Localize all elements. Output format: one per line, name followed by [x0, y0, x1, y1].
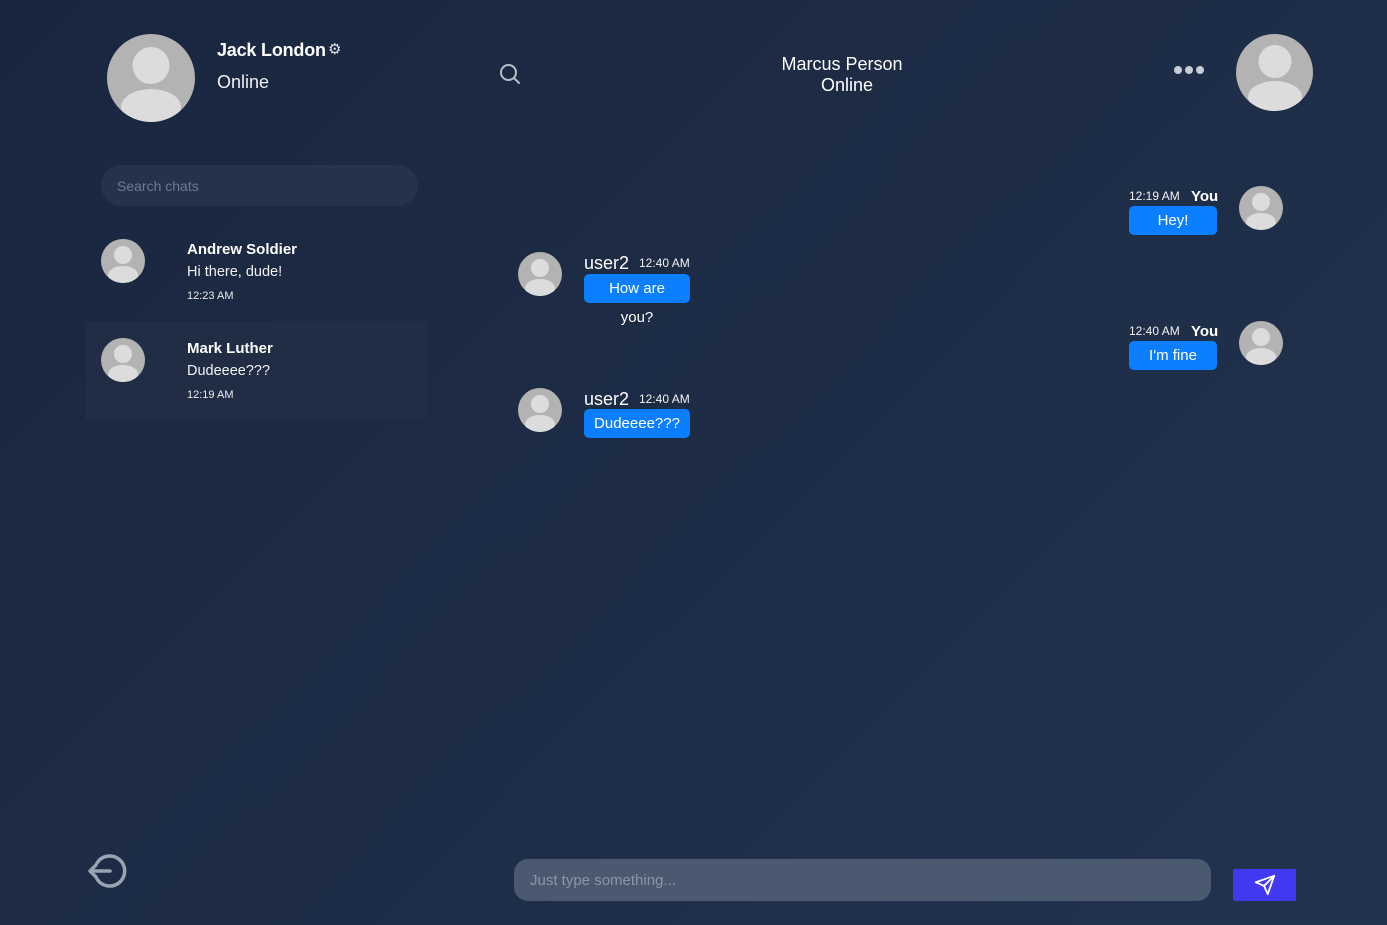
send-button[interactable]: [1233, 869, 1296, 901]
chat-preview: Dudeeee???: [187, 363, 271, 379]
avatar: [101, 338, 145, 382]
chat-list-item-mark-luther[interactable]: Mark Luther Dudeeee??? 12:19 AM: [85, 322, 427, 420]
message-bubble[interactable]: Hey!: [1129, 206, 1217, 235]
peer-name: Marcus Person: [781, 54, 903, 74]
avatar: [518, 388, 562, 432]
avatar: [1239, 321, 1283, 365]
message-bubble[interactable]: How are you?: [584, 274, 690, 326]
send-icon: [1254, 874, 1276, 896]
message-input[interactable]: [514, 859, 1211, 901]
message-author: user2: [584, 253, 630, 273]
avatar: [101, 239, 145, 283]
search-icon[interactable]: [498, 62, 522, 86]
chat-time: 12:19 AM: [187, 389, 234, 401]
chat-name: Andrew Soldier: [187, 241, 298, 258]
current-user-status: Online: [217, 72, 270, 92]
message-time: 12:40 AM: [639, 256, 690, 270]
message-bubble[interactable]: Dudeeee???: [584, 409, 690, 438]
message-time: 12:19 AM: [1129, 189, 1180, 203]
message-author: You: [1191, 188, 1219, 205]
gear-icon[interactable]: ⚙: [328, 40, 341, 58]
logout-icon[interactable]: [88, 852, 128, 890]
peer-status: Online: [820, 75, 874, 95]
chat-preview: Hi there, dude!: [187, 264, 283, 280]
search-chats-input[interactable]: [101, 165, 418, 206]
chat-list-item-andrew-soldier[interactable]: Andrew Soldier Hi there, dude! 12:23 AM: [85, 224, 427, 322]
message-author: user2: [584, 389, 630, 409]
current-user-name: Jack London: [217, 40, 326, 60]
message-bubble[interactable]: I'm fine: [1129, 341, 1217, 370]
avatar: [518, 252, 562, 296]
current-user-avatar[interactable]: [107, 34, 195, 122]
chat-time: 12:23 AM: [187, 290, 234, 302]
avatar: [1239, 186, 1283, 230]
peer-avatar[interactable]: [1236, 34, 1313, 111]
message-time: 12:40 AM: [639, 392, 690, 406]
more-horizontal-icon[interactable]: [1174, 66, 1204, 74]
chat-name: Mark Luther: [187, 340, 273, 357]
message-author: You: [1191, 323, 1219, 340]
message-time: 12:40 AM: [1129, 324, 1180, 338]
